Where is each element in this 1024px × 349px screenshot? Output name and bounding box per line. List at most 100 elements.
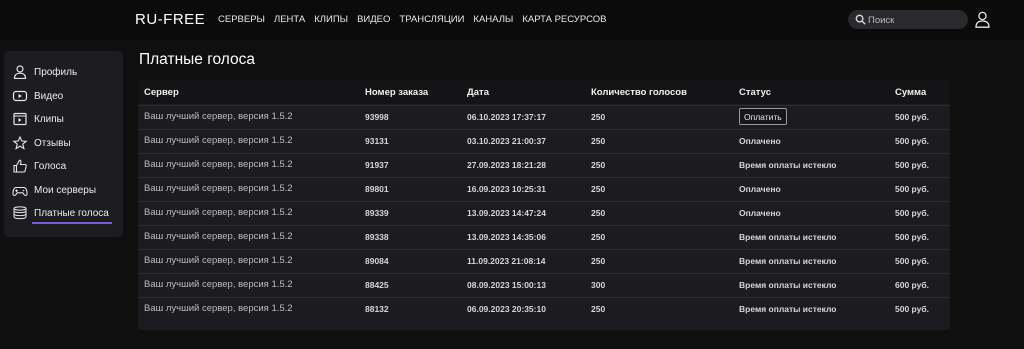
sidebar-item-label: Профиль [34,66,78,78]
cell-votes: 300 [591,280,606,290]
table-row: Ваш лучший сервер, версия 1.5.2 91937 27… [138,153,950,177]
cell-order: 89339 [365,208,389,218]
active-item-indicator [32,222,112,224]
cell-sum: 500 руб. [895,256,929,266]
cell-server: Ваш лучший сервер, версия 1.5.2 [144,183,293,194]
cell-status: Время оплаты истекло [739,304,837,314]
col-header-server: Сервер [144,87,179,98]
cell-sum: 600 руб. [895,280,929,290]
pay-button[interactable]: Оплатить [739,108,787,125]
cell-sum: 500 руб. [895,160,929,170]
table-row: Ваш лучший сервер, версия 1.5.2 89084 11… [138,249,950,273]
sidebar-item-profile[interactable]: Профиль [12,62,77,82]
cell-votes: 250 [591,208,606,218]
cell-status: Время оплаты истекло [739,232,837,242]
cell-votes: 250 [591,184,606,194]
cell-status: Оплачено [739,136,781,146]
col-header-votes: Количество голосов [591,87,687,98]
cell-date: 03.10.2023 21:00:37 [467,136,546,146]
cell-date: 27.09.2023 18:21:28 [467,160,546,170]
cell-sum: 500 руб. [895,136,929,146]
table-row: Ваш лучший сервер, версия 1.5.2 89801 16… [138,177,950,201]
sidebar-item-my-servers[interactable]: Мои серверы [12,180,96,200]
cell-status: Оплачено [739,184,781,194]
star-icon [12,136,28,150]
cell-server: Ваш лучший сервер, версия 1.5.2 [144,207,293,218]
profile-sidebar: Профиль Видео Клипы Отзывы Голоса Мои се… [4,51,123,237]
gamepad-icon [12,186,28,197]
cell-votes: 250 [591,112,606,122]
sidebar-item-label: Клипы [34,113,64,125]
cell-votes: 250 [591,232,606,242]
col-header-date: Дата [467,87,489,98]
cell-order: 93998 [365,112,389,122]
sidebar-item-label: Мои серверы [34,184,97,196]
search-input[interactable] [866,11,966,30]
sidebar-item-label: Отзывы [34,137,71,149]
cell-votes: 250 [591,136,606,146]
main-nav: СЕРВЕРЫ ЛЕНТА КЛИПЫ ВИДЕО ТРАНСЛЯЦИИ КАН… [218,14,615,25]
table-row: Ваш лучший сервер, версия 1.5.2 88425 08… [138,273,950,297]
paid-votes-table: Сервер Номер заказа Дата Количество голо… [138,80,950,330]
cell-date: 11.09.2023 21:08:14 [467,256,546,266]
nav-channels[interactable]: КАНАЛЫ [473,14,513,25]
cell-sum: 500 руб. [895,232,929,242]
table-header: Сервер Номер заказа Дата Количество голо… [138,80,950,104]
cell-server: Ваш лучший сервер, версия 1.5.2 [144,255,293,266]
cell-sum: 500 руб. [895,112,929,122]
nav-servers[interactable]: СЕРВЕРЫ [218,14,265,25]
cell-order: 89084 [365,256,389,266]
cell-order: 91937 [365,160,389,170]
cell-server: Ваш лучший сервер, версия 1.5.2 [144,159,293,170]
cell-server: Ваш лучший сервер, версия 1.5.2 [144,135,293,146]
table-row: Ваш лучший сервер, версия 1.5.2 93131 03… [138,129,950,153]
sidebar-item-reviews[interactable]: Отзывы [12,133,71,153]
nav-resource-map[interactable]: КАРТА РЕСУРСОВ [522,14,606,25]
coins-icon [13,206,27,220]
cell-server: Ваш лучший сервер, версия 1.5.2 [144,231,293,242]
sidebar-item-label: Голоса [34,160,67,172]
thumb-up-icon [13,159,27,173]
nav-video[interactable]: ВИДЕО [357,14,390,25]
cell-server: Ваш лучший сервер, версия 1.5.2 [144,279,293,290]
video-icon [12,90,28,102]
user-icon [13,65,27,79]
cell-votes: 250 [591,160,606,170]
nav-clips[interactable]: КЛИПЫ [314,14,348,25]
cell-status: Время оплаты истекло [739,160,837,170]
cell-order: 88425 [365,280,389,290]
nav-feed[interactable]: ЛЕНТА [274,14,305,25]
sidebar-item-label: Платные голоса [34,207,109,219]
col-header-order: Номер заказа [365,87,429,98]
cell-date: 13.09.2023 14:47:24 [467,208,546,218]
cell-date: 08.09.2023 15:00:13 [467,280,546,290]
cell-server: Ваш лучший сервер, версия 1.5.2 [144,111,293,122]
sidebar-item-paid-votes[interactable]: Платные голоса [12,203,109,223]
search-box [848,10,968,30]
cell-status: Время оплаты истекло [739,280,837,290]
cell-order: 93131 [365,136,389,146]
cell-date: 06.09.2023 20:35:10 [467,304,546,314]
user-account-icon[interactable] [975,11,990,28]
clips-icon [13,112,27,126]
site-logo[interactable]: RU-FREE [135,11,205,28]
col-header-sum: Сумма [895,87,927,98]
cell-votes: 250 [591,304,606,314]
table-row: Ваш лучший сервер, версия 1.5.2 89339 13… [138,201,950,225]
cell-sum: 500 руб. [895,304,929,314]
cell-server: Ваш лучший сервер, версия 1.5.2 [144,303,293,314]
cell-date: 06.10.2023 17:37:17 [467,112,546,122]
table-row: Ваш лучший сервер, версия 1.5.2 88132 06… [138,297,950,321]
sidebar-item-video[interactable]: Видео [12,86,63,106]
search-icon [855,14,866,25]
cell-sum: 500 руб. [895,184,929,194]
sidebar-item-clips[interactable]: Клипы [12,109,64,129]
nav-streams[interactable]: ТРАНСЛЯЦИИ [399,14,464,25]
sidebar-item-label: Видео [34,90,64,102]
top-navbar: RU-FREE СЕРВЕРЫ ЛЕНТА КЛИПЫ ВИДЕО ТРАНСЛ… [0,0,1024,40]
sidebar-item-votes[interactable]: Голоса [12,156,66,176]
cell-votes: 250 [591,256,606,266]
col-header-status: Статус [739,87,772,98]
cell-date: 13.09.2023 14:35:06 [467,232,546,242]
cell-order: 89801 [365,184,389,194]
